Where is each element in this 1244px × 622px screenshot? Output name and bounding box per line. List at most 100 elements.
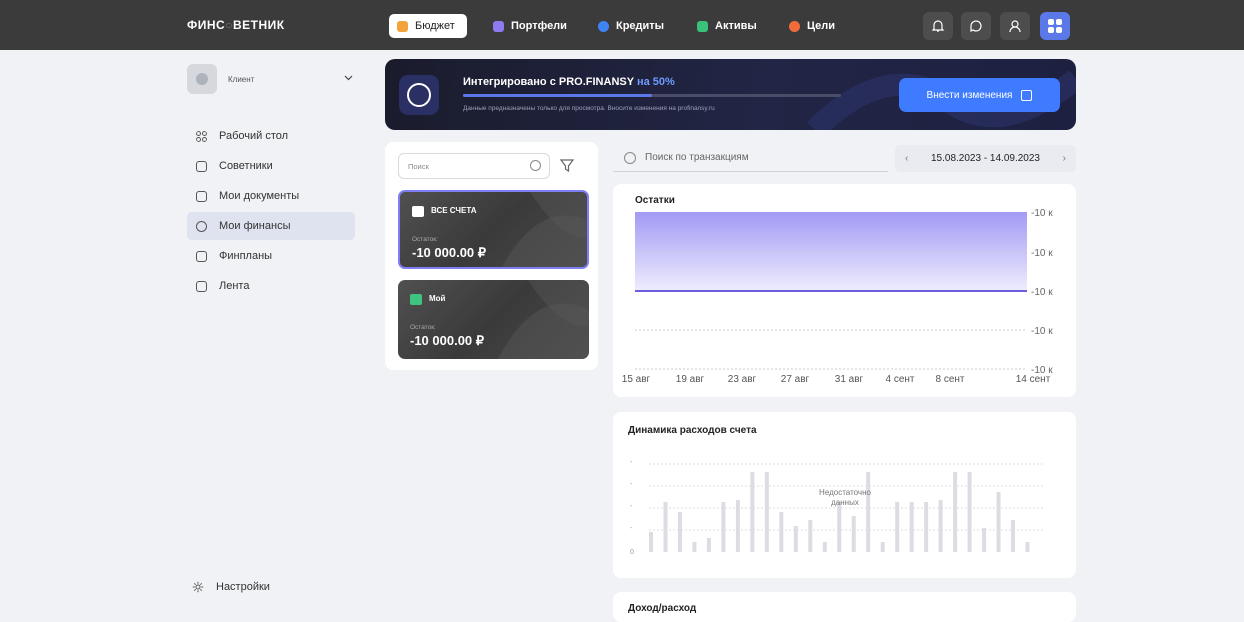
- bar: [1025, 542, 1030, 552]
- tab-portfolios[interactable]: Портфели: [485, 14, 575, 38]
- balance-label: Остаток:: [412, 236, 438, 243]
- chart-title: Доход/расход: [628, 603, 697, 614]
- sidebar-item-label: Мои финансы: [219, 220, 291, 232]
- transaction-search-input[interactable]: Поиск по транзакциям: [613, 145, 888, 172]
- y-tick-label: -: [630, 503, 633, 510]
- tab-assets[interactable]: Активы: [689, 14, 765, 38]
- tab-goals[interactable]: Цели: [781, 14, 843, 38]
- chat-button[interactable]: [961, 12, 991, 40]
- accounts-search-input[interactable]: Поиск: [398, 153, 550, 179]
- sidebar-item-label: Советники: [219, 160, 273, 172]
- bar: [938, 500, 943, 552]
- edit-button-label: Внести изменения: [926, 89, 1013, 101]
- sidebar-item-settings[interactable]: Настройки: [192, 581, 270, 593]
- bar: [822, 542, 827, 552]
- wallet-icon: [412, 206, 424, 217]
- apps-button[interactable]: [1040, 12, 1070, 40]
- assets-icon: [697, 20, 708, 32]
- account-balance: -10 000.00 ₽: [410, 333, 485, 348]
- bar: [735, 500, 740, 552]
- balance-chart-panel: Остатки -10 к -10 к -10 к -10 к -10 к 15 авг 1…: [613, 184, 1076, 397]
- tab-label: Активы: [715, 20, 757, 32]
- sidebar-item-label: Мои документы: [219, 190, 300, 202]
- accounts-panel: Поиск ВСЕ СЧЕТА Остаток: -10 000.00 ₽ Мо…: [385, 142, 598, 370]
- search-placeholder: Поиск: [408, 162, 429, 171]
- bar: [982, 528, 987, 552]
- edit-button[interactable]: Внести изменения: [899, 78, 1060, 112]
- filter-icon[interactable]: [559, 155, 575, 175]
- banner-title: Интегрировано с PRO.FINANSY на 50%: [463, 76, 675, 88]
- profinansy-badge: [399, 75, 439, 115]
- sidebar-item-documents[interactable]: Мои документы: [187, 182, 355, 210]
- tab-credits[interactable]: Кредиты: [590, 14, 672, 38]
- top-bar: ФИНС○ВЕТНИК Бюджет Портфели Кредиты Акти…: [0, 0, 1244, 50]
- logo-o-icon: ○: [225, 18, 233, 32]
- tab-label: Портфели: [511, 20, 567, 32]
- bar: [895, 502, 900, 552]
- gear-icon: [192, 581, 204, 593]
- pie-icon: [196, 220, 207, 232]
- notifications-button[interactable]: [923, 12, 953, 40]
- sidebar-item-label: Рабочий стол: [219, 130, 289, 142]
- sidebar-item-finances[interactable]: Мои финансы: [187, 212, 355, 240]
- date-range-picker[interactable]: ‹ 15.08.2023 - 14.09.2023 ›: [895, 145, 1076, 172]
- bar: [808, 520, 813, 552]
- user-icon: [1009, 20, 1021, 33]
- x-tick-label: 14 сент: [1016, 374, 1051, 385]
- x-tick-label: 31 авг: [835, 374, 864, 385]
- credit-icon: [598, 20, 609, 32]
- bar: [851, 516, 856, 552]
- bar: [837, 502, 842, 552]
- chevron-right-icon[interactable]: ›: [1063, 153, 1066, 164]
- bar: [750, 472, 755, 552]
- app-logo[interactable]: ФИНС○ВЕТНИК: [187, 18, 285, 32]
- y-tick-label: -: [630, 481, 633, 488]
- sidebar-item-finplans[interactable]: Финпланы: [187, 242, 355, 270]
- sidebar-item-label: Финпланы: [219, 250, 273, 262]
- logo-text-a: ФИНС: [187, 18, 226, 32]
- apps-icon: [1048, 19, 1062, 33]
- account-card-my[interactable]: Мой Остаток: -10 000.00 ₽: [398, 280, 589, 359]
- chevron-down-icon: [344, 75, 353, 81]
- bar: [779, 512, 784, 552]
- bar: [793, 526, 798, 552]
- y-tick-label: -: [630, 525, 633, 532]
- y-tick-label: -: [630, 459, 633, 466]
- bar: [996, 492, 1001, 552]
- budget-icon: [397, 20, 408, 32]
- search-icon: [530, 160, 541, 171]
- sidebar-item-desktop[interactable]: Рабочий стол: [187, 122, 355, 150]
- bar: [649, 532, 653, 552]
- integration-progress-bar: [463, 94, 841, 97]
- chevron-left-icon[interactable]: ‹: [905, 153, 908, 164]
- tab-budget[interactable]: Бюджет: [389, 14, 467, 38]
- search-placeholder: Поиск по транзакциям: [645, 152, 749, 163]
- x-tick-label: 19 авг: [676, 374, 705, 385]
- bar: [721, 502, 726, 552]
- balance-label: Остаток:: [410, 324, 436, 331]
- clipboard-icon: [196, 190, 207, 202]
- income-chart-panel: Доход/расход: [613, 592, 1076, 622]
- goals-icon: [789, 20, 800, 32]
- wallet-icon: [410, 294, 422, 305]
- bar: [880, 542, 885, 552]
- x-tick-label: 15 авг: [622, 374, 651, 385]
- y-tick-label: -10 к: [1031, 326, 1053, 337]
- x-tick-label: 8 сент: [935, 374, 964, 385]
- date-range-label: 15.08.2023 - 14.09.2023: [931, 153, 1040, 164]
- y-tick-label: -10 к: [1031, 287, 1053, 298]
- bar: [924, 502, 929, 552]
- tab-label: Кредиты: [616, 20, 665, 32]
- search-icon: [624, 152, 636, 164]
- y-tick-label: -10 к: [1031, 208, 1053, 219]
- chart-icon: [196, 250, 207, 262]
- account-card-all[interactable]: ВСЕ СЧЕТА Остаток: -10 000.00 ₽: [398, 190, 589, 269]
- profile-button[interactable]: [1000, 12, 1030, 40]
- logo-text-b: ВЕТНИК: [232, 18, 285, 32]
- integration-banner: Интегрировано с PRO.FINANSY на 50% Данны…: [385, 59, 1076, 130]
- sidebar-item-feed[interactable]: Лента: [187, 272, 355, 300]
- sidebar-item-advisors[interactable]: Советники: [187, 152, 355, 180]
- x-tick-label: 23 авг: [728, 374, 757, 385]
- user-menu[interactable]: Клиент: [187, 64, 357, 94]
- expense-chart-panel: Динамика расходов счета ----0 Недостаточ…: [613, 412, 1076, 578]
